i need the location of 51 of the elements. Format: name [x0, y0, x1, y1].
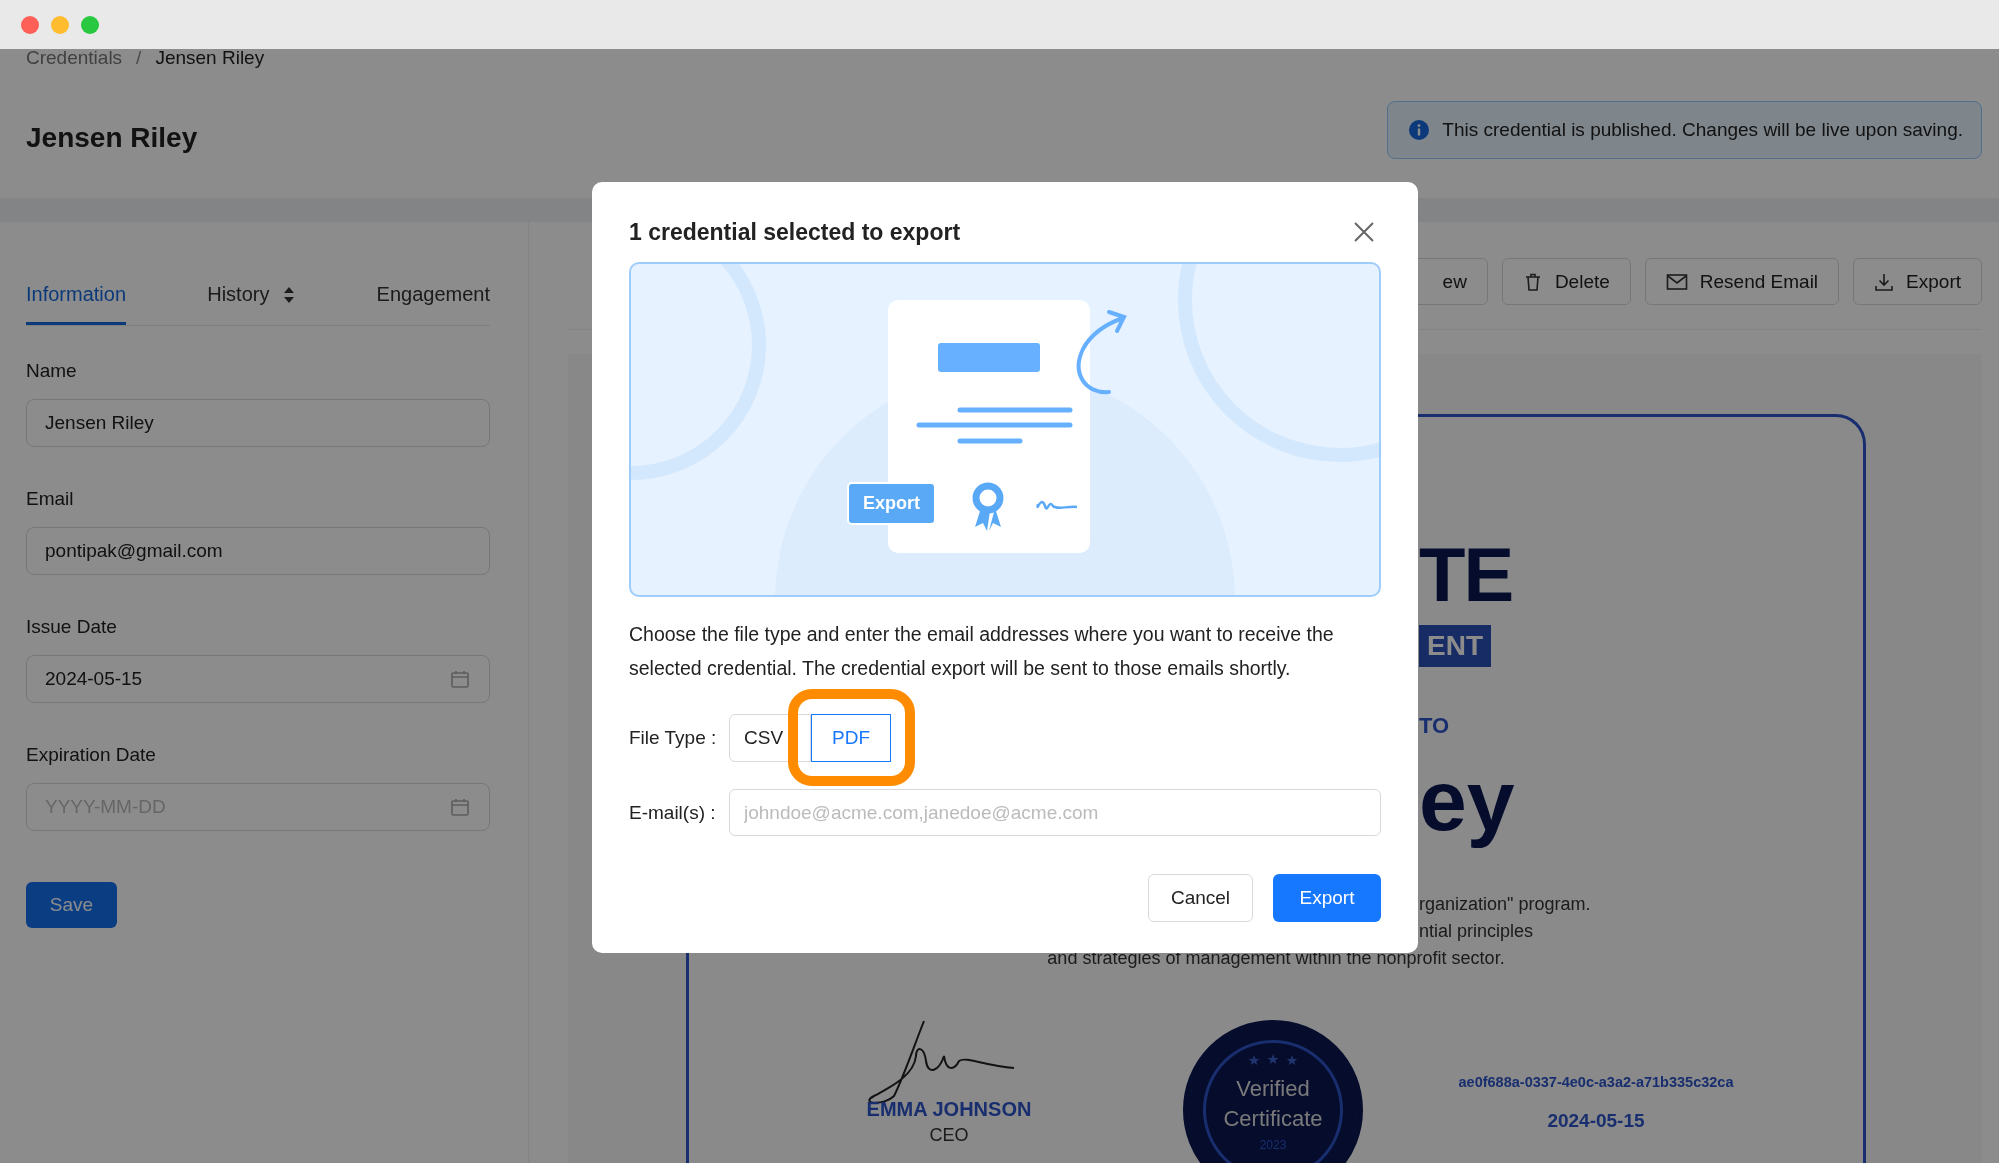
field-label: Expiration Date	[26, 744, 157, 766]
export-button[interactable]: Export	[1273, 874, 1381, 922]
mail-icon	[1665, 272, 1688, 291]
page-title: Jensen Riley	[26, 122, 198, 154]
file-type-option[interactable]: PDF	[811, 714, 891, 762]
seal-text: Certificate	[1223, 1105, 1323, 1133]
breadcrumb-item[interactable]: Jensen Riley	[155, 49, 265, 67]
field-label: Email	[26, 488, 75, 510]
certificate-title: TE	[1419, 535, 1513, 615]
tab[interactable]: History	[207, 283, 296, 325]
stars-icon	[1248, 1054, 1298, 1066]
tab[interactable]: Information	[26, 283, 127, 325]
certificate-description: rganization" program.	[1419, 893, 1591, 916]
field-label: Issue Date	[26, 616, 118, 638]
sort-icon[interactable]	[283, 285, 296, 304]
tab[interactable]: Engagement	[376, 283, 490, 325]
save-button[interactable]: Save	[26, 882, 117, 928]
close-window-icon[interactable]	[21, 15, 39, 34]
input-field[interactable]: pontipak@gmail.com	[26, 527, 490, 575]
dialog-title: 1 credential selected to export	[629, 218, 961, 246]
email-label: E-mail(s) :	[629, 801, 717, 824]
certificate-description: ntial principles	[1419, 920, 1534, 943]
certificate-subtitle: ENT	[1419, 625, 1491, 667]
signer-role: CEO	[929, 1125, 969, 1146]
credential-id: ae0f688a-0337-4e0c-a3a2-a71b335c32ca	[1458, 1074, 1734, 1090]
toolbar-button[interactable]: Export	[1853, 258, 1982, 305]
maximize-window-icon[interactable]	[81, 15, 99, 34]
field-label: Name	[26, 360, 78, 382]
calendar-icon[interactable]	[450, 669, 470, 689]
close-icon[interactable]	[1353, 221, 1375, 243]
email-field[interactable]: johndoe@acme.com,janedoe@acme.com	[729, 789, 1381, 836]
calendar-icon[interactable]	[450, 797, 470, 817]
dialog-message: Choose the file type and enter the email addresses where you want to receive the selected credential. The credential export will be sent to those emails shortly.	[629, 622, 1335, 681]
file-type-label: File Type :	[629, 727, 718, 749]
export-chip: Export	[847, 482, 936, 525]
info-icon	[1408, 119, 1431, 141]
seal-text: Verified	[1236, 1075, 1310, 1103]
toolbar-button[interactable]: Resend Email	[1644, 258, 1840, 305]
banner-text: This credential is published. Changes will be live upon saving.	[1442, 119, 1963, 141]
presented-to-text: TO	[1419, 713, 1450, 739]
input-field[interactable]: Jensen Riley	[26, 399, 490, 447]
signer-name: EMMA JOHNSON	[866, 1098, 1032, 1121]
breadcrumb-item[interactable]: Credentials	[26, 49, 123, 67]
minimize-window-icon[interactable]	[51, 15, 69, 34]
certificate-date: 2024-05-15	[1547, 1110, 1645, 1132]
toolbar-button[interactable]: Delete	[1501, 258, 1631, 305]
download-icon	[1874, 271, 1895, 292]
breadcrumb-separator: /	[136, 49, 142, 67]
seal-year: 2023	[1259, 1138, 1287, 1152]
cancel-button[interactable]: Cancel	[1148, 874, 1253, 922]
date-field[interactable]: 2024-05-15	[26, 655, 490, 703]
